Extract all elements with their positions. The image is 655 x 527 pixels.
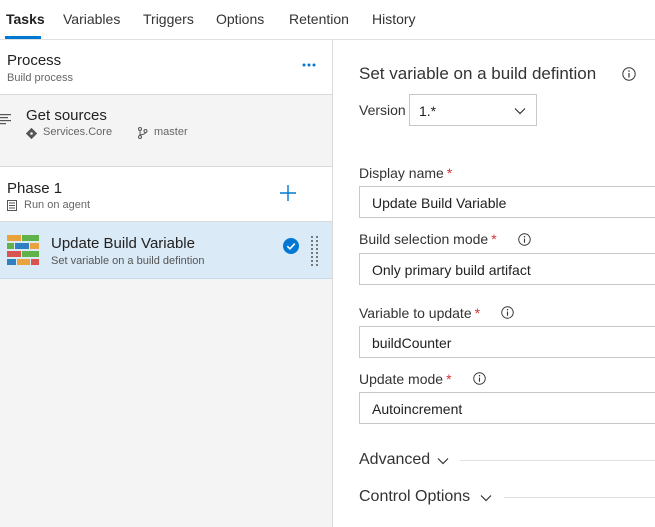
tab-history[interactable]: History [372, 11, 416, 27]
required-marker: * [474, 305, 481, 321]
source-list-icon [0, 114, 11, 125]
task-subtitle: Set variable on a build defintion [51, 255, 205, 267]
task-details-panel: Set variable on a build defintion Versio… [334, 40, 655, 527]
display-name-input[interactable]: Update Build Variable [359, 186, 655, 218]
more-options-icon[interactable] [300, 56, 318, 74]
variable-to-update-input[interactable]: buildCounter [359, 326, 655, 358]
phase-subtitle: Run on agent [24, 199, 91, 211]
build-selection-mode-select[interactable]: Only primary build artifact [359, 253, 655, 285]
branch-icon [138, 127, 148, 139]
active-tab-indicator [5, 36, 41, 39]
variable-to-update-label: Variable to update * [359, 305, 481, 321]
process-node[interactable]: Process Build process [0, 40, 332, 95]
display-name-label: Display name * [359, 165, 453, 181]
section-divider [460, 460, 655, 461]
tab-tasks[interactable]: Tasks [6, 11, 45, 27]
version-dropdown[interactable]: 1.* [409, 94, 537, 126]
version-label: Version [359, 102, 406, 118]
required-marker: * [446, 371, 452, 387]
get-sources-node[interactable]: Get sources Services.Core master [0, 95, 332, 167]
info-icon[interactable] [501, 306, 514, 319]
control-options-section-toggle[interactable]: Control Options [359, 488, 470, 506]
drag-handle-icon[interactable] [310, 235, 319, 266]
task-details-heading: Set variable on a build defintion [359, 64, 597, 83]
process-title: Process [7, 52, 62, 69]
task-update-build-variable[interactable]: Update Build Variable Set variable on a … [0, 222, 332, 279]
section-divider [504, 497, 655, 498]
phase-title: Phase 1 [7, 180, 63, 197]
build-selection-mode-value: Only primary build artifact [372, 262, 531, 278]
info-icon[interactable] [622, 67, 636, 81]
variable-to-update-value: buildCounter [372, 335, 452, 351]
task-title: Update Build Variable [51, 235, 195, 252]
info-icon[interactable] [473, 372, 486, 385]
check-circle-icon [283, 238, 299, 254]
build-selection-mode-label: Build selection mode * [359, 231, 497, 247]
repository-name: Services.Core [43, 126, 113, 138]
tab-retention[interactable]: Retention [289, 11, 349, 27]
pipeline-tree: Process Build process Get sources Servic… [0, 40, 333, 527]
brick-wall-icon [7, 235, 39, 265]
branch-name: master [154, 126, 188, 138]
git-repo-icon [26, 128, 37, 139]
agent-icon [7, 200, 17, 211]
get-sources-title: Get sources [26, 107, 107, 124]
display-name-value: Update Build Variable [372, 195, 507, 211]
update-mode-select[interactable]: Autoincrement [359, 392, 655, 424]
tab-options[interactable]: Options [216, 11, 264, 27]
required-marker: * [446, 165, 453, 181]
chevron-down-icon[interactable] [480, 494, 492, 502]
version-value: 1.* [419, 103, 437, 119]
update-mode-value: Autoincrement [372, 401, 463, 417]
chevron-down-icon [514, 108, 526, 115]
tab-variables[interactable]: Variables [63, 11, 120, 27]
process-subtitle: Build process [7, 72, 74, 84]
phase-node[interactable]: Phase 1 Run on agent [0, 167, 332, 222]
add-task-icon[interactable] [279, 184, 297, 202]
chevron-down-icon[interactable] [437, 457, 449, 465]
tab-bar: Tasks Variables Triggers Options Retenti… [0, 0, 655, 40]
tab-triggers[interactable]: Triggers [143, 11, 194, 27]
update-mode-label: Update mode * [359, 371, 452, 387]
required-marker: * [491, 231, 497, 247]
advanced-section-toggle[interactable]: Advanced [359, 451, 430, 469]
info-icon[interactable] [518, 233, 531, 246]
